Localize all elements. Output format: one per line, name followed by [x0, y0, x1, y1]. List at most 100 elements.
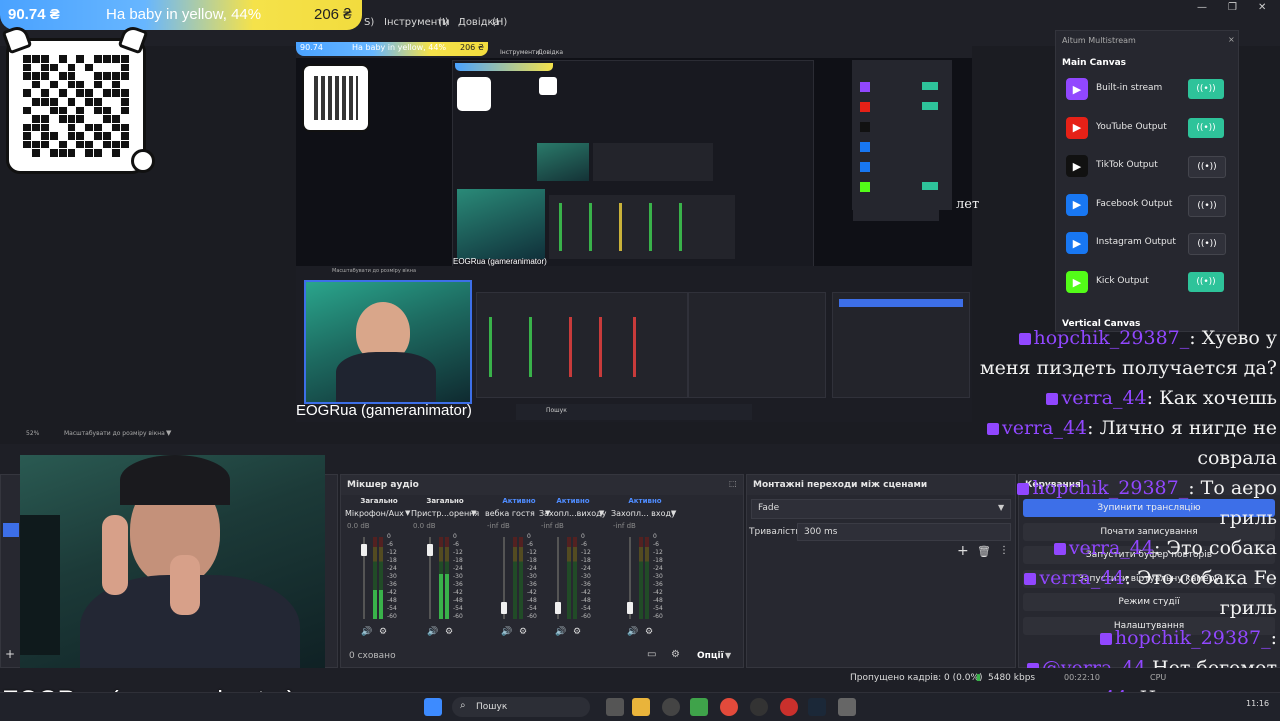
- volume-slider-knob[interactable]: [501, 601, 507, 614]
- twitch-icon: [1024, 573, 1037, 585]
- meter-tick-label: -42: [653, 589, 663, 596]
- transitions-dock: Монтажні переходи між сценами Fade ▼ Три…: [746, 474, 1016, 668]
- meter-tick-label: -36: [581, 581, 591, 588]
- chrome-icon[interactable]: [720, 698, 738, 716]
- meter-tick-label: -12: [581, 549, 591, 556]
- zoom-bar: 52% Масштабувати до розміру вікна ▼: [0, 428, 500, 442]
- meter-tick-label: -36: [387, 581, 397, 588]
- stream-toggle-button[interactable]: ((•)): [1188, 194, 1226, 217]
- zoom-mode-label[interactable]: Масштабувати до розміру вікна: [64, 430, 165, 437]
- chevron-down-icon[interactable]: ▼: [671, 509, 676, 517]
- volume-slider-knob[interactable]: [555, 601, 561, 614]
- meter-ticks: 0 -6 -12 -18 -24 -30 -36 -42 -48 -54 -60: [453, 533, 463, 621]
- zoom-percent[interactable]: 52%: [26, 430, 39, 437]
- maximize-icon[interactable]: ❐: [1228, 2, 1237, 13]
- scene-item-selected[interactable]: [3, 523, 19, 537]
- signal-icon: ▮: [976, 673, 981, 683]
- channel-name[interactable]: Захопл...виходу: [539, 509, 607, 518]
- multistream-output-row: ▶ TikTok Output ((•)): [1064, 152, 1230, 182]
- meter-tick-label: -48: [453, 597, 463, 604]
- settings-icon[interactable]: ⚙: [671, 649, 680, 660]
- meter-inactive-portion: [645, 537, 649, 619]
- preview-qr-pattern: [314, 76, 358, 120]
- stream-toggle-button[interactable]: ((•)): [1188, 117, 1224, 138]
- speaker-icon[interactable]: 🔊: [501, 627, 512, 637]
- preview-body: [336, 352, 436, 402]
- meter-tick-label: -36: [527, 581, 537, 588]
- hidden-count[interactable]: 0 сховано: [349, 651, 396, 661]
- channel-settings-icon[interactable]: ⚙: [379, 627, 387, 637]
- chat-message: меня пиздеть получается да?: [980, 357, 1277, 379]
- stream-toggle-button[interactable]: ((•)): [1188, 272, 1224, 292]
- volume-slider-knob[interactable]: [627, 601, 633, 614]
- more-options-icon[interactable]: ⋮: [999, 545, 1009, 556]
- raised-hand: [102, 515, 128, 595]
- chat-message: соврала: [1197, 447, 1277, 469]
- meter-tick-label: -12: [387, 549, 397, 556]
- stream-toggle-button[interactable]: ((•)): [1188, 79, 1224, 99]
- speaker-icon[interactable]: 🔊: [555, 627, 566, 637]
- mixer-options-button[interactable]: Опції: [697, 651, 724, 661]
- windows-start-icon[interactable]: [424, 698, 442, 716]
- mixer-title: Мікшер аудіо: [341, 475, 743, 495]
- recursive-preview: EOGRua (gameranimator): [452, 60, 939, 268]
- steam-icon[interactable]: [808, 698, 826, 716]
- meter-tick-label: -42: [453, 589, 463, 596]
- stream-toggle-button[interactable]: ((•)): [1188, 233, 1226, 256]
- level-meter: [645, 537, 649, 619]
- close-icon[interactable]: ×: [1228, 35, 1235, 44]
- taskbar-search[interactable]: ⌕ Пошук: [452, 697, 590, 717]
- preview-taskbar: Пошук: [516, 404, 752, 420]
- layout-icon[interactable]: ▭: [647, 649, 656, 660]
- preview-mixer: [476, 292, 688, 398]
- program-preview[interactable]: 90.74 На baby in yellow, 44% 206 ₴ Інстр…: [296, 40, 972, 422]
- menu-fragment[interactable]: S): [364, 17, 374, 28]
- channel-settings-icon[interactable]: ⚙: [573, 627, 581, 637]
- multistream-output-row: ▶ Facebook Output ((•)): [1064, 191, 1230, 221]
- chevron-down-icon[interactable]: ▼: [725, 651, 731, 660]
- obs-icon[interactable]: [750, 698, 768, 716]
- channel-name[interactable]: Захопл... входу: [611, 509, 679, 518]
- chat-text: : Это собака Fe: [1124, 567, 1277, 589]
- chat-text: :: [1270, 627, 1277, 649]
- meter-tick-label: -6: [581, 541, 587, 548]
- dock-float-icon[interactable]: ⬚: [729, 479, 737, 488]
- chevron-down-icon[interactable]: ▼: [471, 509, 476, 517]
- preview-menu-help: Довідка: [538, 49, 564, 56]
- add-scene-icon[interactable]: +: [5, 647, 15, 661]
- preview-donation-current: 90.74: [300, 43, 323, 52]
- duration-value: 300 ms: [804, 527, 838, 537]
- meter-tick-label: -42: [527, 589, 537, 596]
- speaker-icon[interactable]: 🔊: [627, 627, 638, 637]
- duration-input[interactable]: 300 ms: [797, 523, 1011, 541]
- trash-icon[interactable]: 🗑: [977, 545, 991, 558]
- preview-facebook-icon: [860, 142, 870, 152]
- close-icon[interactable]: ✕: [1258, 2, 1266, 13]
- meter-tick-label: -30: [387, 573, 397, 580]
- chevron-down-icon[interactable]: ▼: [599, 509, 604, 517]
- channel-settings-icon[interactable]: ⚙: [645, 627, 653, 637]
- app-icon[interactable]: [838, 698, 856, 716]
- minimize-icon[interactable]: —: [1197, 2, 1207, 13]
- minecraft-icon[interactable]: [690, 698, 708, 716]
- app-icon[interactable]: [780, 698, 798, 716]
- channel-name[interactable]: Пристр...орення: [411, 509, 479, 518]
- file-explorer-icon[interactable]: [632, 698, 650, 716]
- chevron-down-icon[interactable]: ▼: [166, 429, 171, 437]
- stream-toggle-button[interactable]: ((•)): [1188, 156, 1226, 179]
- volume-slider-knob[interactable]: [427, 544, 433, 557]
- chatgpt-icon[interactable]: [662, 698, 680, 716]
- speaker-icon[interactable]: 🔊: [427, 627, 438, 637]
- chevron-down-icon[interactable]: ▼: [405, 509, 410, 517]
- channel-db: -inf dB: [487, 522, 510, 530]
- task-view-icon[interactable]: [606, 698, 624, 716]
- channel-settings-icon[interactable]: ⚙: [445, 627, 453, 637]
- multistream-output-label: YouTube Output: [1096, 121, 1167, 132]
- menu-shortcut-tools: (І): [438, 17, 449, 28]
- transition-select[interactable]: Fade ▼: [751, 499, 1011, 519]
- add-transition-icon[interactable]: +: [957, 543, 969, 559]
- speaker-icon[interactable]: 🔊: [361, 627, 372, 637]
- channel-name[interactable]: Мікрофон/Aux: [345, 509, 413, 518]
- volume-slider-knob[interactable]: [361, 544, 367, 557]
- channel-settings-icon[interactable]: ⚙: [519, 627, 527, 637]
